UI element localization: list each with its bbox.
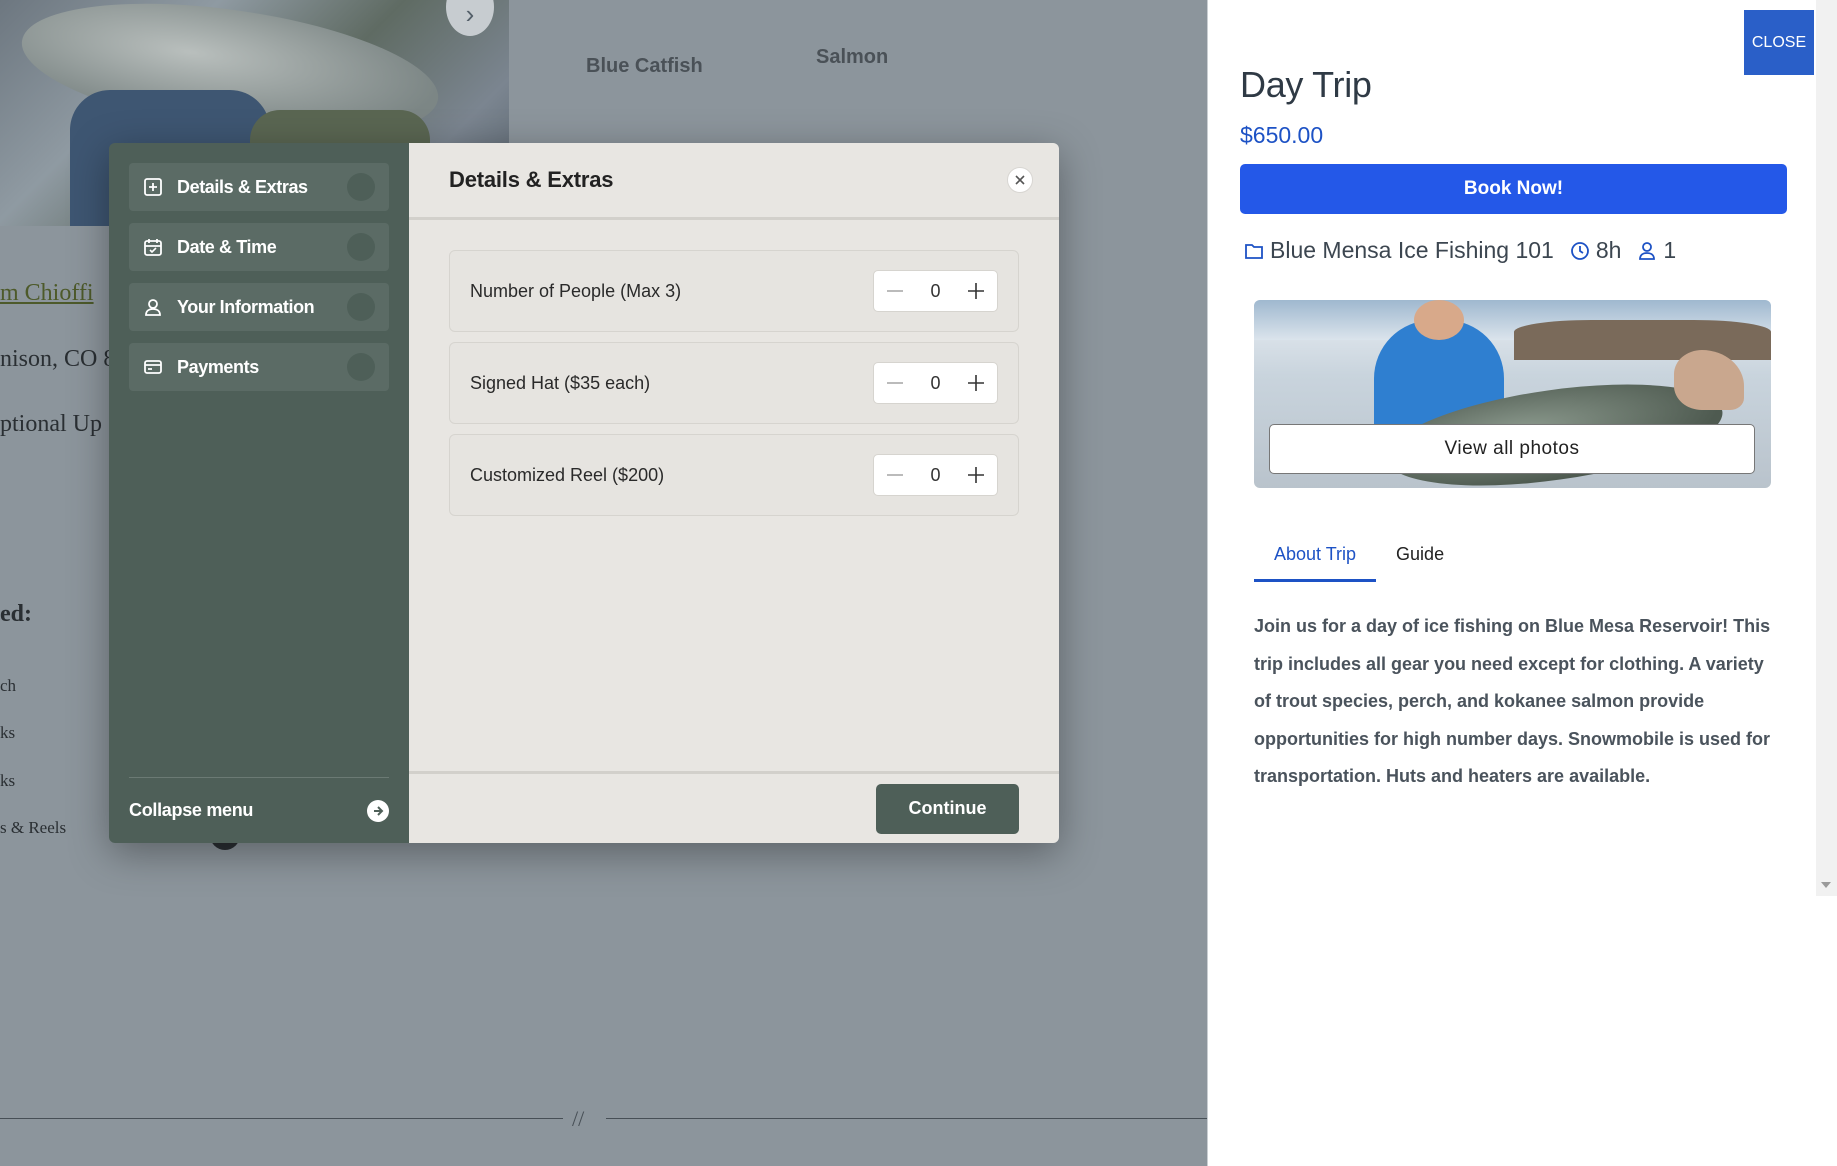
trip-tabs: About Trip Guide: [1254, 538, 1464, 582]
included-item: ch: [0, 676, 17, 695]
modal-title: Details & Extras: [449, 167, 614, 192]
fish-tab-blue-catfish[interactable]: Blue Catfish: [586, 55, 703, 78]
close-panel-button[interactable]: CLOSE: [1744, 10, 1814, 75]
person-icon: [1637, 241, 1657, 261]
arrow-right-icon: [367, 799, 389, 822]
plus-square-icon: [143, 177, 163, 197]
trip-price: $650.00: [1240, 122, 1324, 148]
continue-button[interactable]: Continue: [876, 783, 1019, 834]
steps-sidebar: Details & Extras Date & Time Your Inform…: [109, 143, 409, 843]
quantity-value[interactable]: 0: [930, 281, 940, 302]
minus-icon[interactable]: [884, 280, 906, 302]
divider-line: [606, 1118, 1207, 1119]
tab-guide[interactable]: Guide: [1376, 538, 1464, 582]
trip-panel-content: CLOSE Day Trip $650.00 Book Now! Blue Me…: [1208, 0, 1817, 896]
extra-row-customized-reel: Customized Reel ($200) 0: [449, 434, 1019, 516]
divider-line: [0, 1118, 563, 1119]
plus-icon[interactable]: [965, 280, 987, 302]
step-label: Date & Time: [177, 236, 277, 257]
extra-label: Signed Hat ($35 each): [470, 372, 651, 393]
view-all-photos-button[interactable]: View all photos: [1269, 424, 1755, 474]
quantity-stepper: 0: [873, 362, 998, 404]
included-heading: ed:: [0, 601, 32, 627]
included-item: ks: [0, 771, 16, 790]
extra-row-signed-hat: Signed Hat ($35 each) 0: [449, 342, 1019, 424]
scroll-down-arrow-icon[interactable]: [1821, 882, 1831, 888]
trip-photo: View all photos: [1254, 300, 1771, 488]
trip-course: Blue Mensa Ice Fishing 101: [1244, 237, 1554, 264]
booking-modal: Details & Extras Date & Time Your Inform…: [109, 143, 1059, 843]
duration-value: 8h: [1595, 237, 1622, 263]
step-payments[interactable]: Payments: [129, 343, 389, 391]
extras-list: Number of People (Max 3) 0 Signed Hat ($…: [409, 220, 1059, 556]
guide-link[interactable]: m Chioffi: [0, 280, 94, 307]
step-label: Payments: [177, 356, 259, 377]
trip-meta: Blue Mensa Ice Fishing 101 8h 1: [1244, 237, 1692, 264]
step-status-dot: [347, 293, 375, 321]
quantity-value[interactable]: 0: [930, 373, 940, 394]
folder-icon: [1244, 241, 1264, 261]
trip-title: Day Trip: [1240, 64, 1372, 105]
modal-footer: Continue: [409, 771, 1059, 843]
step-status-dot: [347, 173, 375, 201]
clock-icon: [1570, 241, 1590, 261]
collapse-menu-label: Collapse menu: [129, 800, 254, 820]
divider-mark: //: [572, 1106, 585, 1131]
people-value: 1: [1663, 237, 1677, 263]
quantity-stepper: 0: [873, 454, 998, 496]
scrollbar-thumb[interactable]: [1820, 4, 1833, 864]
collapse-menu-button[interactable]: Collapse menu: [129, 777, 389, 843]
included-item: s & Reels: [0, 818, 67, 837]
extra-label: Number of People (Max 3): [470, 280, 682, 301]
plus-icon[interactable]: [965, 464, 987, 486]
credit-card-icon: [143, 357, 163, 377]
step-label: Your Information: [177, 296, 315, 317]
modal-header: Details & Extras: [409, 143, 1059, 220]
user-icon: [143, 297, 163, 317]
panel-scrollbar[interactable]: [1816, 0, 1837, 896]
close-icon: [1015, 175, 1025, 185]
trip-duration: 8h: [1570, 237, 1622, 264]
tab-about-trip[interactable]: About Trip: [1254, 538, 1377, 582]
about-trip-description: Join us for a day of ice fishing on Blue…: [1254, 616, 1771, 786]
quantity-stepper: 0: [873, 270, 998, 312]
step-label: Details & Extras: [177, 176, 308, 197]
minus-icon[interactable]: [884, 372, 906, 394]
plus-icon[interactable]: [965, 372, 987, 394]
calendar-icon: [143, 237, 163, 257]
extra-row-number-of-people: Number of People (Max 3) 0: [449, 250, 1019, 332]
step-status-dot: [347, 353, 375, 381]
book-now-button[interactable]: Book Now!: [1240, 164, 1787, 214]
minus-icon[interactable]: [884, 464, 906, 486]
trip-people: 1: [1637, 237, 1676, 264]
upgrades-text: ptional Up: [0, 411, 102, 437]
location-text: nison, CO 8: [0, 346, 116, 372]
trip-side-panel: CLOSE Day Trip $650.00 Book Now! Blue Me…: [1207, 0, 1837, 1166]
included-item: ks: [0, 723, 16, 742]
details-extras-panel: Details & Extras Number of People (Max 3…: [409, 143, 1059, 843]
step-status-dot: [347, 233, 375, 261]
step-date-time[interactable]: Date & Time: [129, 223, 389, 271]
modal-close-button[interactable]: [1007, 167, 1033, 193]
course-name: Blue Mensa Ice Fishing 101: [1270, 237, 1554, 263]
step-details-extras[interactable]: Details & Extras: [129, 163, 389, 211]
quantity-value[interactable]: 0: [930, 465, 940, 486]
extra-label: Customized Reel ($200): [470, 464, 665, 485]
step-your-information[interactable]: Your Information: [129, 283, 389, 331]
fish-tab-salmon[interactable]: Salmon: [816, 46, 888, 69]
